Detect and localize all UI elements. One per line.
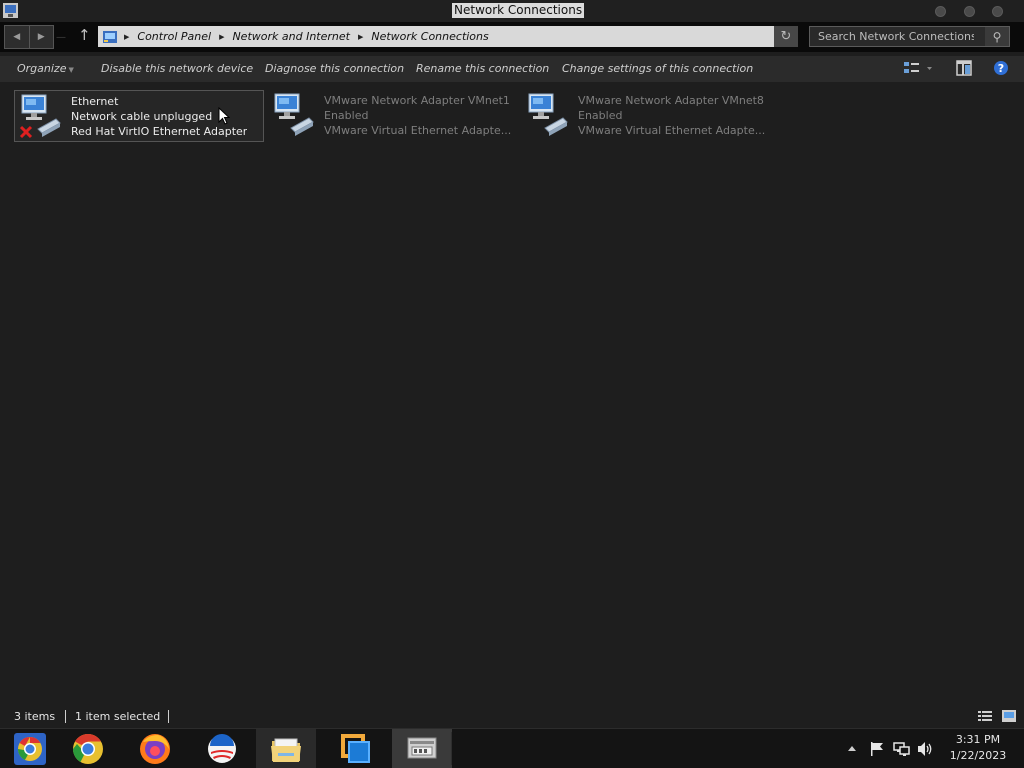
- search-input[interactable]: [810, 27, 982, 46]
- recent-locations-button[interactable]: —: [56, 32, 66, 43]
- taskbar-file-explorer[interactable]: [256, 729, 316, 768]
- connection-device: VMware Virtual Ethernet Adapte...: [578, 124, 766, 137]
- network-status-icon[interactable]: [893, 741, 910, 757]
- forward-button[interactable]: ▶: [28, 26, 54, 48]
- organize-menu[interactable]: Organize ▼: [17, 62, 74, 75]
- taskbar-app[interactable]: [192, 729, 252, 768]
- connections-view: Ethernet Network cable unplugged Red Hat…: [0, 82, 1024, 702]
- mouse-cursor-icon: [218, 107, 230, 125]
- address-row: ◀ ▶ — ↑ ▶ Control Panel ▶ Network and In…: [0, 22, 1024, 52]
- chrome-icon: [73, 733, 103, 764]
- organize-label: Organize: [17, 62, 67, 75]
- nav-buttons: ◀ ▶: [4, 25, 54, 49]
- diagnose-connection-button[interactable]: Diagnose this connection: [265, 62, 404, 75]
- search-box: ⚲: [809, 26, 1010, 47]
- back-button[interactable]: ◀: [5, 26, 29, 48]
- obama-logo-icon: [208, 733, 236, 763]
- taskbar-firefox[interactable]: [125, 729, 185, 768]
- taskbar-chromium[interactable]: [0, 729, 60, 768]
- status-bar: 3 items 1 item selected: [0, 706, 1024, 728]
- connection-name: VMware Network Adapter VMnet8: [578, 94, 764, 107]
- breadcrumb-separator-icon[interactable]: ▶: [358, 33, 363, 41]
- connection-name: VMware Network Adapter VMnet1: [324, 94, 510, 107]
- action-center-flag-icon[interactable]: [869, 741, 885, 757]
- network-connections-icon: [407, 737, 437, 758]
- window-title: Network Connections: [452, 3, 585, 18]
- vmware-icon: [341, 733, 370, 763]
- address-bar[interactable]: ▶ Control Panel ▶ Network and Internet ▶…: [98, 26, 798, 47]
- command-bar: Organize ▼ Disable this network device Di…: [0, 56, 1024, 82]
- help-icon: ?: [994, 61, 1008, 75]
- connection-status: Enabled: [324, 109, 369, 122]
- breadcrumb-control-panel[interactable]: Control Panel: [137, 30, 211, 43]
- system-clock[interactable]: 3:31 PM 1/22/2023: [938, 732, 1018, 764]
- search-icon: ⚲: [992, 29, 1002, 44]
- large-icons-view-button[interactable]: [1002, 710, 1016, 722]
- connection-status: Enabled: [578, 109, 623, 122]
- item-count: 3 items: [14, 710, 56, 723]
- firefox-icon: [140, 733, 170, 764]
- taskbar-chrome[interactable]: [58, 729, 118, 768]
- chromium-icon: [14, 732, 46, 765]
- taskbar-vmware[interactable]: [326, 729, 386, 768]
- connection-details: VMware Network Adapter VMnet8 Enabled VM…: [578, 93, 765, 138]
- preview-pane-icon: [956, 60, 972, 76]
- view-options-icon: [904, 62, 932, 73]
- breadcrumb-separator-icon[interactable]: ▶: [219, 33, 224, 41]
- breadcrumb-network-and-internet[interactable]: Network and Internet: [232, 30, 350, 43]
- selection-count: 1 item selected: [75, 710, 161, 723]
- show-hidden-icons-button[interactable]: [847, 744, 857, 752]
- forward-arrow-icon: ▶: [37, 32, 45, 42]
- change-settings-button[interactable]: Change settings of this connection: [562, 62, 753, 75]
- taskbar: 3:31 PM 1/22/2023: [0, 728, 1024, 768]
- status-divider: [65, 710, 66, 723]
- svg-text:?: ?: [998, 62, 1004, 75]
- change-view-button[interactable]: [903, 60, 933, 80]
- breadcrumb-network-connections[interactable]: Network Connections: [371, 30, 488, 43]
- connection-details: VMware Network Adapter VMnet1 Enabled VM…: [324, 93, 511, 138]
- refresh-icon: ↻: [780, 29, 792, 44]
- taskbar-divider: [451, 732, 452, 765]
- connection-tile-vmnet8[interactable]: VMware Network Adapter VMnet8 Enabled VM…: [522, 90, 772, 142]
- volume-icon[interactable]: [917, 741, 934, 757]
- title-bar: Network Connections: [0, 0, 1024, 22]
- network-adapter-icon: [19, 94, 61, 139]
- help-button[interactable]: ?: [993, 60, 1009, 80]
- preview-pane-button[interactable]: [956, 60, 972, 80]
- details-view-button[interactable]: [978, 710, 992, 722]
- connection-tile-vmnet1[interactable]: VMware Network Adapter VMnet1 Enabled VM…: [268, 90, 518, 142]
- up-arrow-icon: ↑: [78, 26, 91, 44]
- disable-network-device-button[interactable]: Disable this network device: [101, 62, 253, 75]
- network-adapter-icon: [274, 93, 314, 136]
- close-button[interactable]: [992, 6, 1003, 17]
- status-divider: [168, 710, 169, 723]
- taskbar-network-connections[interactable]: [392, 729, 452, 768]
- file-explorer-icon: [271, 738, 301, 762]
- control-panel-icon: [103, 30, 117, 43]
- clock-date: 1/22/2023: [949, 749, 1007, 762]
- search-button[interactable]: ⚲: [985, 27, 1009, 46]
- network-adapter-icon: [528, 93, 568, 136]
- back-arrow-icon: ◀: [13, 32, 21, 42]
- connection-device: VMware Virtual Ethernet Adapte...: [324, 124, 512, 137]
- maximize-button[interactable]: [964, 6, 975, 17]
- clock-time: 3:31 PM: [955, 733, 1001, 746]
- minimize-button[interactable]: [935, 6, 946, 17]
- connection-device: Red Hat VirtIO Ethernet Adapter: [71, 125, 248, 138]
- breadcrumb-separator-icon[interactable]: ▶: [124, 33, 129, 41]
- chevron-down-icon: ▼: [68, 66, 74, 74]
- refresh-button[interactable]: ↻: [774, 26, 798, 47]
- up-button[interactable]: ↑: [78, 27, 91, 43]
- rename-connection-button[interactable]: Rename this connection: [416, 62, 549, 75]
- network-connections-app-icon[interactable]: [3, 3, 18, 18]
